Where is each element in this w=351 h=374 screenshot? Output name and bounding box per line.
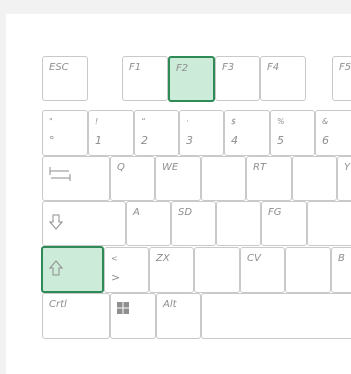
- key-x[interactable]: [194, 247, 240, 293]
- key-c[interactable]: CV: [240, 247, 285, 293]
- key-degree[interactable]: " °: [42, 110, 88, 156]
- key-windows[interactable]: [110, 293, 156, 339]
- key-e[interactable]: [201, 156, 246, 201]
- key-q-label: Q: [117, 162, 125, 173]
- key-1[interactable]: ! 1: [88, 110, 134, 156]
- key-f2[interactable]: F2: [168, 56, 215, 102]
- key-t[interactable]: [292, 156, 337, 201]
- key-f4-label: F4: [267, 62, 280, 73]
- key-f1[interactable]: F1: [122, 56, 168, 101]
- key-f3-label: F3: [222, 62, 235, 73]
- key-left-shift[interactable]: [41, 246, 104, 293]
- key-esc-label: ESC: [49, 62, 69, 73]
- key-2-base: 2: [141, 134, 148, 147]
- key-degree-shift: ": [49, 117, 53, 126]
- key-3[interactable]: · 3: [179, 110, 224, 156]
- key-space[interactable]: [201, 293, 351, 339]
- key-ctrl-label: Crtl: [49, 299, 67, 310]
- key-r[interactable]: RT: [246, 156, 292, 201]
- key-f1-label: F1: [129, 62, 142, 73]
- key-degree-base: °: [49, 134, 55, 147]
- windows-logo-icon: [117, 302, 129, 317]
- key-s[interactable]: SD: [171, 201, 216, 246]
- key-w[interactable]: WE: [155, 156, 201, 201]
- key-z[interactable]: ZX: [149, 247, 194, 293]
- key-5[interactable]: % 5: [270, 110, 315, 156]
- key-v[interactable]: [285, 247, 331, 293]
- key-f5[interactable]: F5: [332, 56, 351, 101]
- key-6-shift: &: [322, 117, 329, 126]
- key-f3[interactable]: F3: [215, 56, 260, 101]
- key-b-label: B: [338, 253, 345, 264]
- key-fg-label: FG: [268, 207, 282, 218]
- shift-arrow-icon: [48, 260, 64, 279]
- key-5-base: 5: [277, 134, 284, 147]
- key-tab[interactable]: [42, 156, 110, 201]
- key-sd-label: SD: [178, 207, 193, 218]
- tab-arrow-icon: [49, 166, 71, 185]
- key-a-label: A: [133, 207, 140, 218]
- caps-lock-arrow-icon: [48, 214, 64, 233]
- key-angle-base: >: [111, 271, 121, 284]
- key-3-base: 3: [186, 134, 193, 147]
- key-4-shift: $: [231, 117, 237, 126]
- key-alt-label: Alt: [163, 299, 177, 310]
- key-q[interactable]: Q: [110, 156, 155, 201]
- key-f[interactable]: FG: [261, 201, 307, 246]
- key-a[interactable]: A: [126, 201, 171, 246]
- key-esc[interactable]: ESC: [42, 56, 88, 101]
- key-we-label: WE: [162, 162, 179, 173]
- key-1-shift: !: [95, 117, 99, 126]
- key-alt[interactable]: Alt: [156, 293, 201, 339]
- key-zx-label: ZX: [156, 253, 170, 264]
- key-y[interactable]: Y: [337, 156, 351, 201]
- key-6-base: 6: [322, 134, 329, 147]
- key-ctrl[interactable]: Crtl: [42, 293, 110, 339]
- key-b[interactable]: B: [331, 247, 351, 293]
- key-f5-label: F5: [339, 62, 351, 73]
- key-3-shift: ·: [186, 117, 189, 126]
- key-6[interactable]: & 6: [315, 110, 351, 156]
- key-4-base: 4: [231, 134, 238, 147]
- key-d[interactable]: [216, 201, 261, 246]
- key-angle-brackets[interactable]: < >: [104, 247, 149, 293]
- key-g[interactable]: [307, 201, 351, 246]
- key-y-label: Y: [344, 162, 351, 173]
- key-f2-label: F2: [176, 63, 189, 74]
- key-rt-label: RT: [253, 162, 267, 173]
- key-5-shift: %: [277, 117, 285, 126]
- key-cv-label: CV: [247, 253, 261, 264]
- key-f4[interactable]: F4: [260, 56, 306, 101]
- key-4[interactable]: $ 4: [224, 110, 270, 156]
- key-1-base: 1: [95, 134, 102, 147]
- key-2[interactable]: “ 2: [134, 110, 179, 156]
- keyboard-panel: ESC F1 F2 F3 F4 F5 " ° ! 1 “ 2 · 3 $ 4 %…: [6, 14, 351, 374]
- key-caps-lock[interactable]: [42, 201, 126, 246]
- key-2-shift: “: [141, 117, 146, 126]
- key-angle-shift: <: [111, 254, 118, 263]
